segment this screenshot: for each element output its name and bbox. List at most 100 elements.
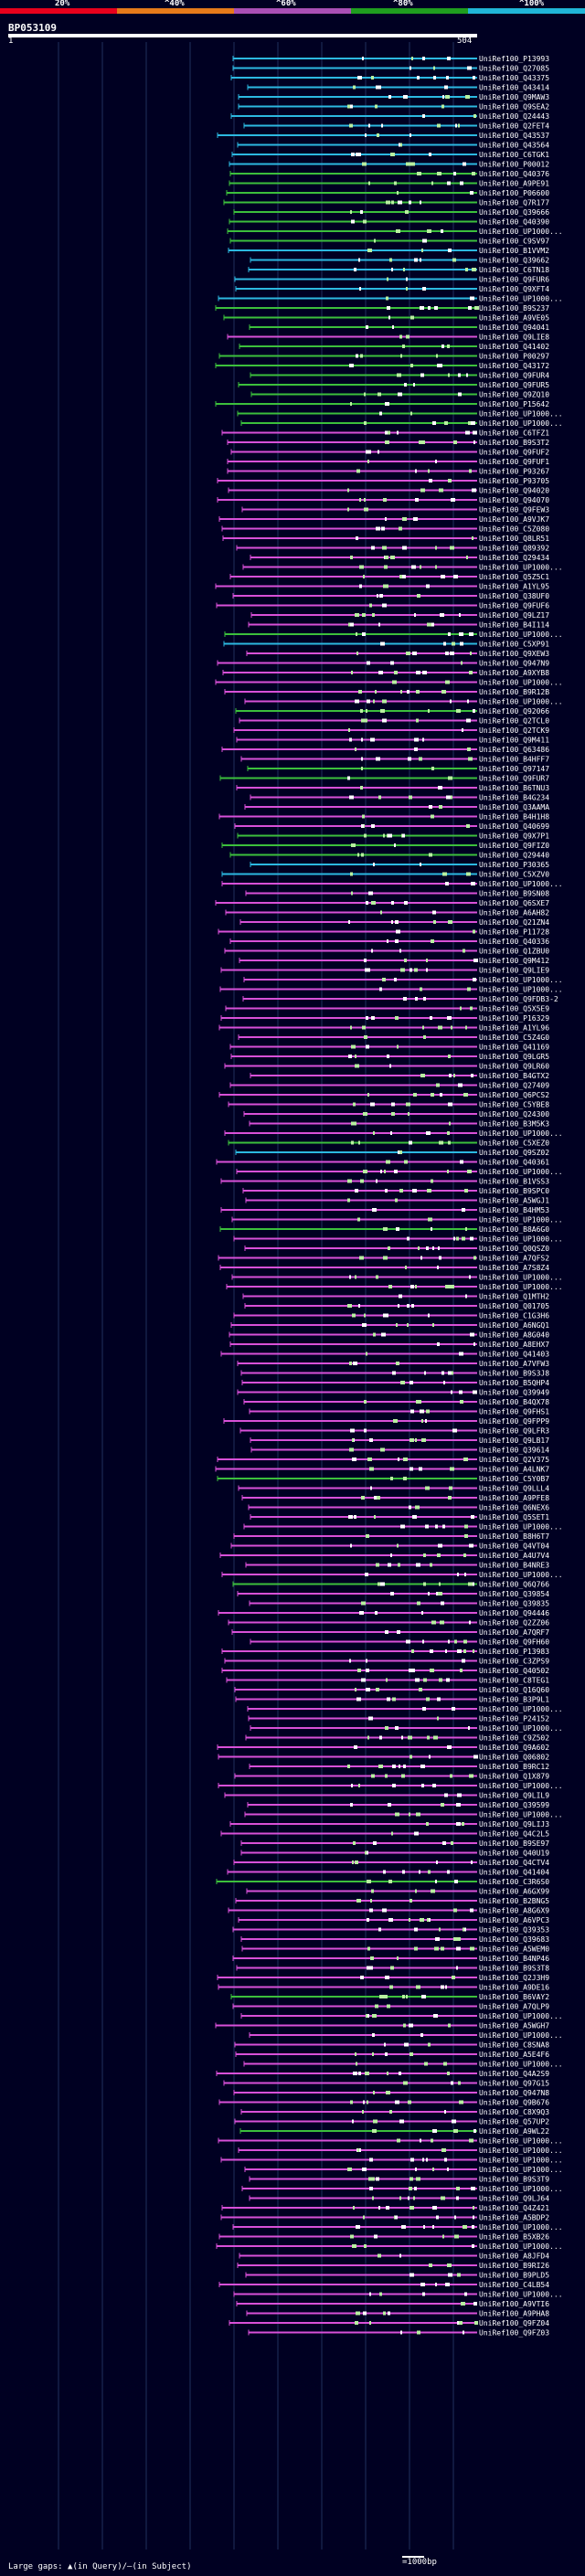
gap-marker (420, 488, 425, 493)
gap-marker (471, 1074, 473, 1077)
gap-marker (350, 622, 354, 627)
gap-marker (468, 306, 472, 310)
gap-marker (431, 1889, 435, 1893)
gap-marker (426, 1822, 429, 1826)
gap-marker (399, 526, 402, 531)
gap-marker (357, 2148, 359, 2152)
hit-row: UniRef100_Q39683 (240, 1935, 549, 1944)
gap-marker (431, 939, 434, 943)
hit-label: UniRef100_B9SPC0 (479, 1187, 549, 1195)
gap-marker (415, 469, 417, 473)
gap-marker (398, 1563, 400, 1567)
gap-marker (379, 594, 383, 598)
gap-marker (365, 1573, 368, 1576)
hit-row: UniRef100_Q27085 (232, 65, 549, 73)
hit-row: UniRef100_Q9M411 (236, 737, 549, 745)
gap-marker (463, 1093, 468, 1097)
hit-label: UniRef100_B4HFF7 (479, 756, 549, 764)
hit-label: UniRef100_Q1MTH2 (479, 1293, 549, 1301)
gap-marker (448, 632, 451, 636)
gap-marker (355, 1688, 356, 1691)
gap-marker (474, 2321, 478, 2325)
hit-row: UniRef100_UP1000... (220, 2157, 563, 2165)
hit-row: UniRef100_UP1000... (216, 2242, 563, 2251)
gap-marker (469, 632, 473, 636)
hit-row: UniRef100_B9SN08 (245, 890, 549, 898)
hit-label: UniRef100_UP1000... (479, 1705, 563, 1713)
gap-marker (369, 1438, 373, 1442)
hit-label: UniRef100_Q40376 (479, 170, 549, 178)
gap-marker (462, 1659, 465, 1663)
gap-marker (473, 1754, 478, 1759)
gap-marker (357, 76, 362, 80)
gap-marker (365, 718, 367, 723)
gap-marker (359, 1611, 364, 1615)
hit-label: UniRef100_C1G3H6 (479, 1312, 549, 1320)
gap-marker (445, 1985, 447, 1989)
gap-marker (460, 1400, 463, 1404)
gap-marker (464, 1573, 466, 1576)
hit-label: UniRef100_Q24443 (479, 112, 549, 121)
gap-marker (374, 2234, 378, 2239)
gap-marker (410, 1754, 412, 1759)
hit-label: UniRef100_C5XP91 (479, 641, 549, 649)
gap-marker (372, 2033, 375, 2037)
gap-marker (350, 2234, 354, 2239)
gap-marker (452, 1976, 455, 1979)
gap-marker (372, 2196, 374, 2200)
gap-marker (390, 153, 395, 156)
hit-label: UniRef100_Q94041 (479, 323, 549, 332)
gap-marker (409, 795, 412, 800)
gap-marker (390, 1131, 392, 1135)
gap-marker (423, 440, 425, 444)
gap-marker (350, 2100, 353, 2104)
gap-marker (435, 2283, 437, 2286)
gap-marker (399, 2253, 401, 2258)
gap-marker (398, 200, 402, 205)
hit-label: UniRef100_B5QHP4 (479, 1379, 549, 1387)
gap-marker (367, 1458, 372, 1461)
gap-marker (377, 133, 379, 137)
hit-label: UniRef100_Q5SET1 (479, 1513, 549, 1521)
gap-marker (450, 699, 452, 704)
hit-row: UniRef100_Q947N8 (233, 2089, 549, 2097)
hit-row: UniRef100_Q9MAW3 (238, 93, 549, 101)
gap-marker (386, 296, 388, 301)
gap-marker (448, 2023, 451, 2028)
gap-marker (404, 959, 407, 962)
gap-marker (432, 421, 436, 425)
gap-marker (428, 469, 430, 473)
gap-marker (363, 219, 367, 224)
gap-marker (472, 536, 473, 540)
hit-label: UniRef100_Q2V375 (479, 1456, 549, 1464)
gap-marker (460, 1006, 462, 1011)
gap-marker (427, 1189, 431, 1193)
gap-marker (465, 268, 468, 271)
hit-row: UniRef100_B4I114 (248, 621, 549, 630)
hit-label: UniRef100_Q39599 (479, 1801, 549, 1809)
gap-marker (396, 1227, 399, 1231)
hit-row: UniRef100_Q43414 (247, 84, 549, 92)
hit-label: UniRef100_UP1000... (479, 2242, 563, 2251)
hit-row: UniRef100_Q40U19 (240, 1850, 549, 1858)
gap-marker (414, 1927, 418, 1932)
gap-marker (363, 575, 365, 578)
hit-row: UniRef100_A9VTI6 (236, 2300, 549, 2308)
gap-marker (448, 2273, 452, 2277)
gap-marker (421, 1611, 423, 1615)
gap-marker (410, 411, 412, 416)
gap-marker (351, 671, 353, 674)
gap-marker (350, 210, 352, 214)
gap-marker (398, 1304, 399, 1308)
gap-marker (402, 517, 407, 521)
hit-row: UniRef100_B9SPC0 (242, 1187, 549, 1195)
gap-marker (383, 1313, 386, 1318)
gap-marker (451, 1841, 453, 1845)
hit-label: UniRef100_Q9LIL9 (479, 1792, 549, 1800)
hit-label: UniRef100_A6VPC3 (479, 1916, 549, 1924)
gap-marker (409, 2187, 412, 2190)
gap-marker (373, 699, 375, 704)
hit-label: UniRef100_UP1000... (479, 976, 563, 984)
gap-marker (364, 1400, 367, 1404)
gap-marker (415, 1438, 417, 1442)
